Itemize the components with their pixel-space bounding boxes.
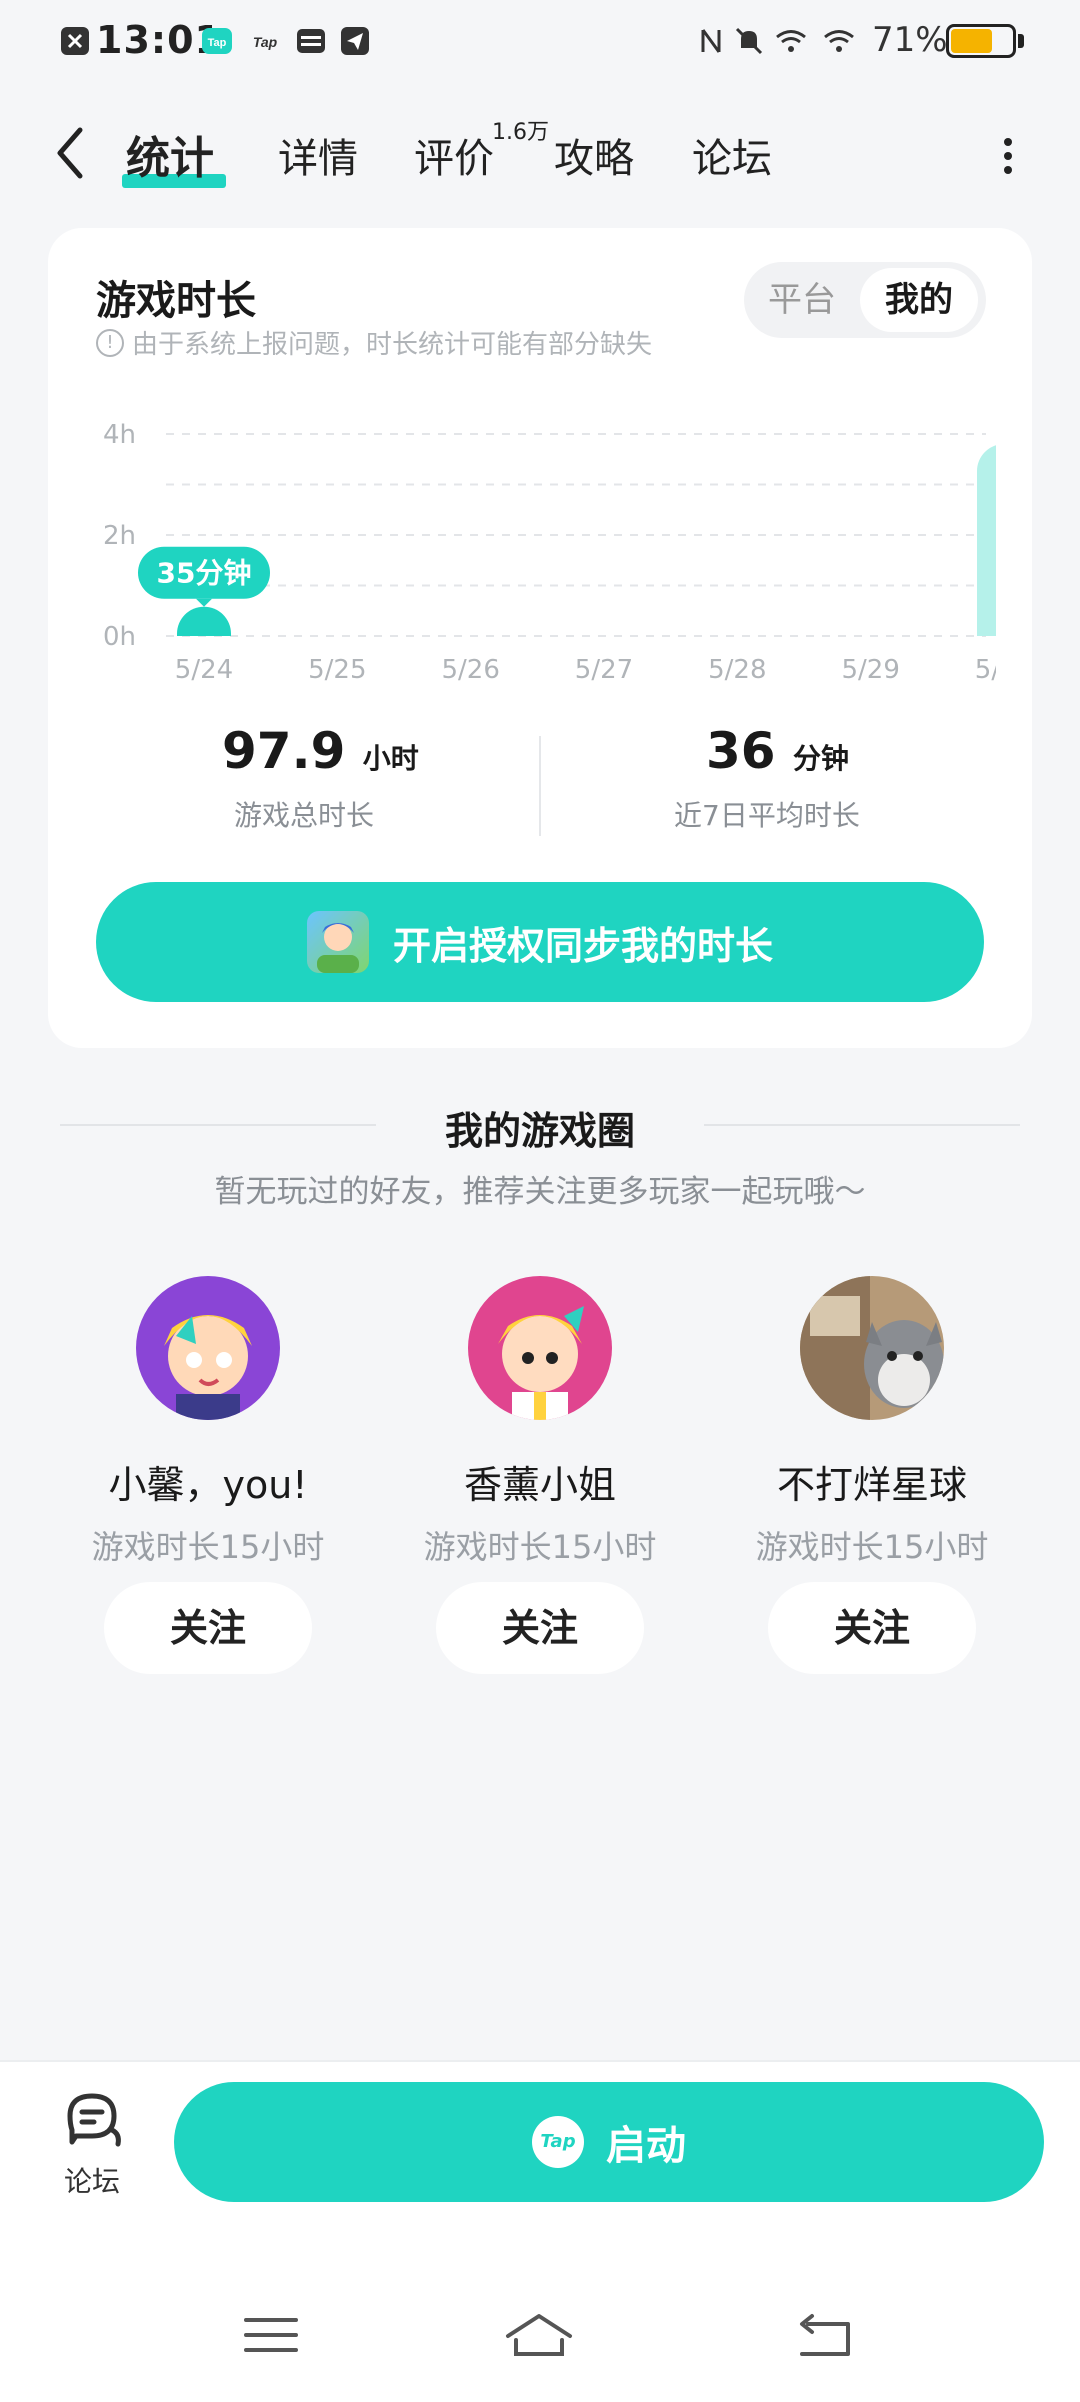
chart-y-tick-label: 0h (103, 622, 136, 652)
taptap-icon: Tap (202, 28, 232, 54)
back-icon[interactable] (790, 2310, 860, 2360)
mascot-avatar-icon (306, 911, 369, 973)
authorize-sync-label: 开启授权同步我的时长 (392, 923, 773, 968)
chart-y-tick-label: 2h (103, 521, 136, 551)
tab-forum[interactable]: 论坛 (692, 126, 772, 184)
nfc-icon (701, 29, 721, 53)
chart-x-tick-label: 5/26 (441, 655, 499, 685)
friend-name: 小馨，you! (108, 1463, 308, 1507)
follow-button[interactable]: 关注 (104, 1582, 312, 1674)
svg-text:Tap: Tap (253, 34, 278, 50)
forum-label[interactable]: 论坛 (64, 2160, 120, 2200)
mute-bell-icon (735, 27, 763, 55)
close-box-icon (61, 27, 89, 55)
card-icon (297, 29, 325, 53)
data-source-toggle: 平台 我的 (744, 262, 986, 338)
launch-button[interactable]: Tap 启动 (174, 2082, 1044, 2202)
menu-icon[interactable] (236, 2310, 306, 2360)
forum-chat-icon[interactable] (62, 2090, 124, 2150)
chart-x-tick-label: 5/30 (975, 655, 996, 685)
battery-icon (946, 24, 1016, 58)
follow-button[interactable]: 关注 (768, 1582, 976, 1674)
card-note-text: 由于系统上报问题，时长统计可能有部分缺失 (132, 330, 653, 360)
wifi-icon (824, 30, 854, 52)
svg-text:Tap: Tap (208, 37, 227, 49)
more-vertical-icon[interactable] (996, 132, 1020, 182)
info-icon: ! (96, 328, 124, 357)
total-playtime: 97.9 小时 (222, 722, 419, 780)
tab-details[interactable]: 详情 (278, 126, 358, 184)
follow-button[interactable]: 关注 (436, 1582, 644, 1674)
wifi-call-icon (776, 30, 806, 52)
friend-name: 不打烊星球 (776, 1463, 967, 1507)
home-icon[interactable] (504, 2310, 574, 2360)
tap-text-icon: Tap (253, 34, 278, 50)
tab-reviews[interactable]: 评价 (414, 126, 494, 184)
chart-tooltip-label: 35分钟 (157, 557, 252, 590)
toggle-platform[interactable]: 平台 (752, 268, 852, 332)
avatar[interactable] (800, 1276, 944, 1420)
chart-x-tick-label: 5/29 (841, 655, 899, 685)
toggle-mine[interactable]: 我的 (860, 268, 978, 332)
chart-x-tick-label: 5/24 (175, 655, 233, 685)
friend-playtime: 游戏时长15小时 (423, 1528, 657, 1566)
tab-guides[interactable]: 攻略 (554, 126, 634, 184)
chart-y-tick-label: 4h (103, 420, 136, 450)
launch-label: 启动 (606, 2123, 686, 2169)
chart-x-tick-label: 5/27 (575, 655, 633, 685)
playtime-bar-chart: 0h 2h 4h 5/24 5/25 5/26 5/27 5/28 5/29 5/30 35分钟 (103, 420, 996, 685)
stats-divider (539, 736, 541, 836)
total-playtime-unit: 小时 (362, 742, 419, 775)
taptap-logo-icon: Tap (532, 2116, 584, 2168)
friend-name: 香薰小姐 (463, 1463, 616, 1507)
chart-x-tick-label: 5/28 (708, 655, 766, 685)
game-circle-subtitle: 暂无玩过的好友，推荐关注更多玩家一起玩哦～ (214, 1174, 866, 1210)
tab-stats[interactable]: 统计 (126, 122, 214, 186)
total-playtime-label: 游戏总时长 (234, 799, 375, 832)
reviews-count-badge: 1.6万 (492, 120, 549, 145)
chart-bar (977, 445, 996, 636)
avatar[interactable] (136, 1276, 280, 1420)
battery-fill (951, 29, 992, 53)
chart-x-tick-label: 5/25 (308, 655, 366, 685)
avatar[interactable] (468, 1276, 612, 1420)
card-note: ! 由于系统上报问题，时长统计可能有部分缺失 (96, 324, 652, 361)
battery-percent: 71% (872, 20, 948, 60)
friend-playtime: 游戏时长15小时 (91, 1528, 325, 1566)
chart-bar (177, 606, 231, 636)
average-playtime: 36 分钟 (706, 722, 849, 780)
authorize-sync-button[interactable]: 开启授权同步我的时长 (96, 882, 984, 1002)
send-icon (341, 27, 369, 55)
chart-tooltip-pointer (196, 598, 212, 607)
game-circle-title: 我的游戏圈 (444, 1109, 635, 1153)
card-title: 游戏时长 (96, 278, 256, 324)
average-playtime-label: 近7日平均时长 (674, 799, 860, 832)
average-playtime-unit: 分钟 (793, 742, 850, 775)
battery-tip (1018, 34, 1024, 48)
average-playtime-value: 36 (706, 722, 776, 780)
total-playtime-value: 97.9 (222, 722, 346, 780)
back-arrow-icon[interactable] (46, 118, 96, 188)
friend-playtime: 游戏时长15小时 (755, 1528, 989, 1566)
